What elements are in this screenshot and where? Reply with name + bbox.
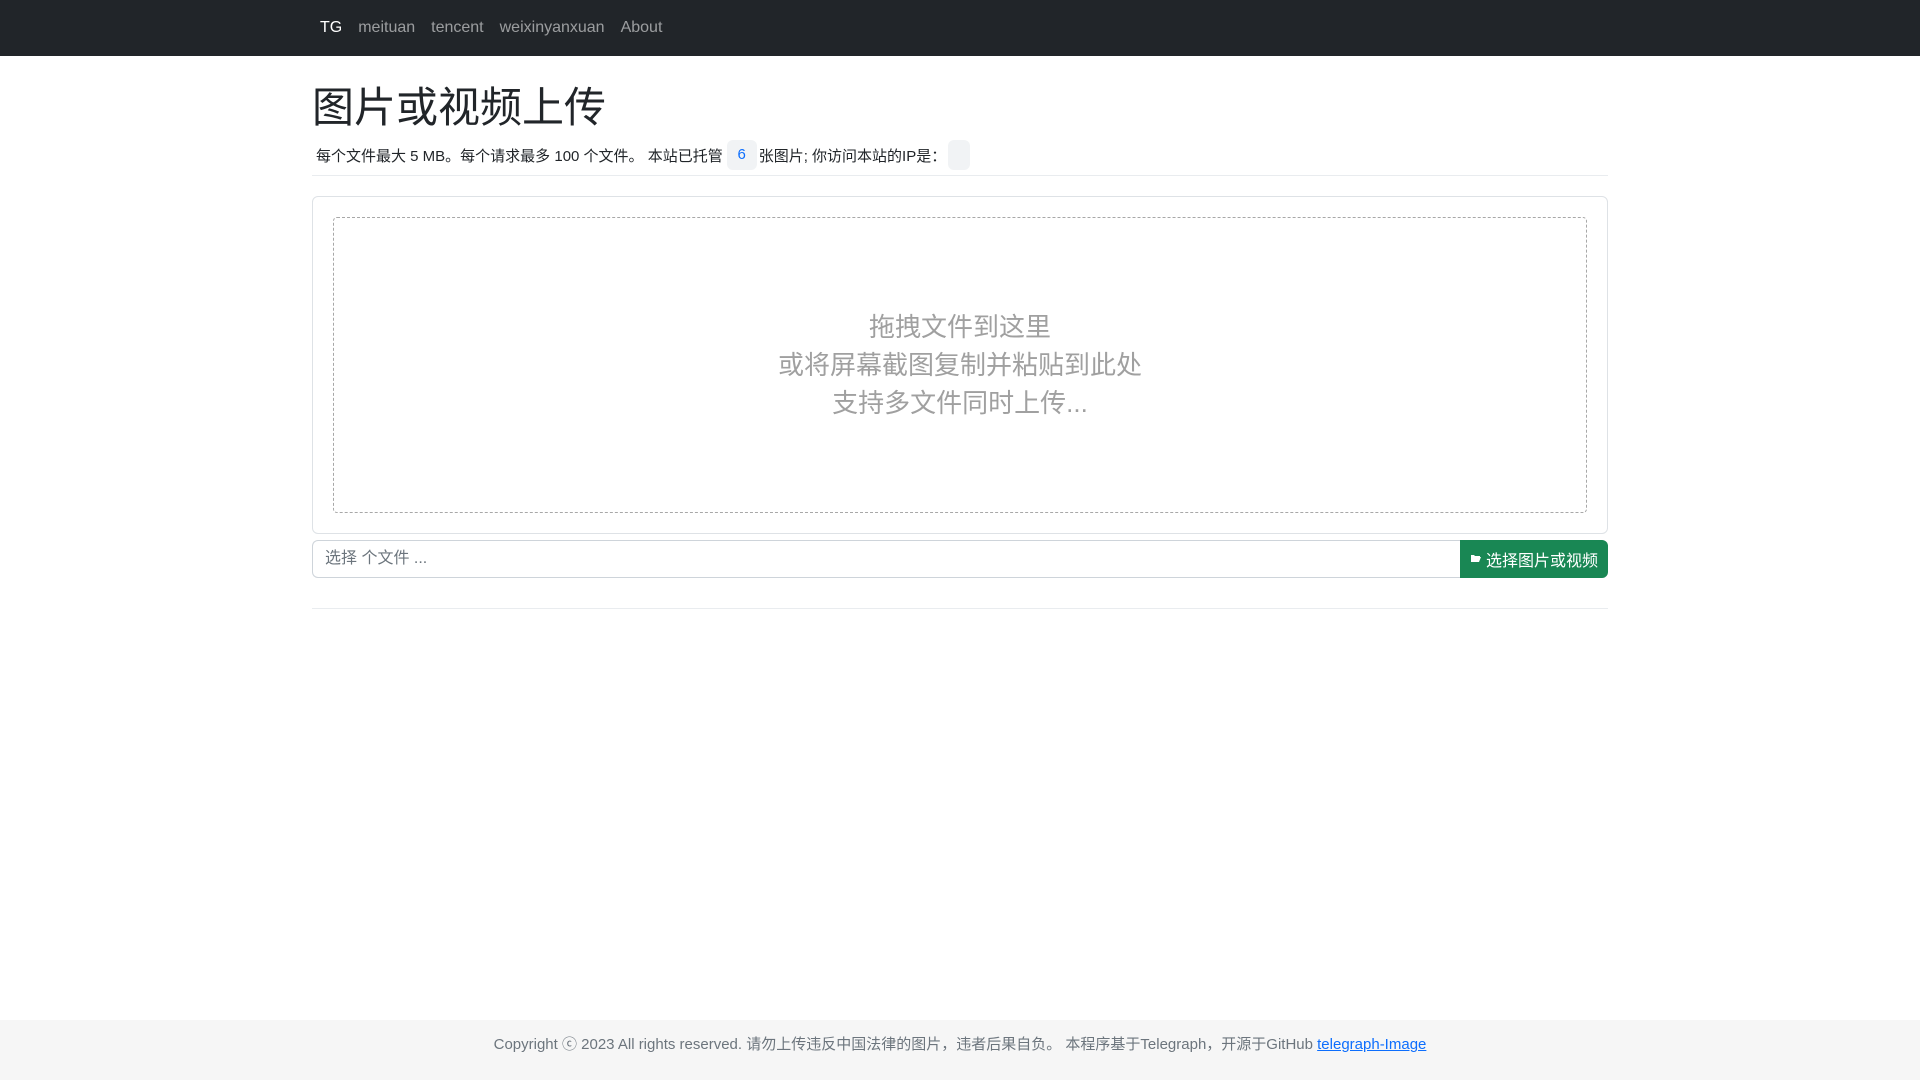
nav-item-meituan[interactable]: meituan	[350, 19, 423, 37]
header-divider	[312, 175, 1608, 176]
info-limits-text: 每个文件最大 5 MB。每个请求最多 100 个文件。 本站已托管	[316, 147, 723, 165]
nav-links: TG meituan tencent weixinyanxuan About	[312, 0, 670, 56]
info-ip-text: 张图片; 你访问本站的IP是：	[758, 147, 947, 165]
hosted-count-badge: 6	[726, 140, 757, 170]
github-repo-link[interactable]: telegraph-Image	[1317, 1036, 1426, 1053]
dropzone[interactable]: 拖拽文件到这里 或将屏幕截图复制并粘贴到此处 支持多文件同时上传...	[333, 217, 1587, 513]
folder-open-icon	[1470, 552, 1482, 567]
footer-text-wrap: Copyright ⓒ 2023 All rights reserved. 请勿…	[0, 1020, 1920, 1070]
nav-item-tencent[interactable]: tencent	[423, 19, 491, 37]
file-picker: 选择图片或视频	[312, 540, 1608, 578]
top-navbar: TG meituan tencent weixinyanxuan About	[0, 0, 1920, 56]
page-title: 图片或视频上传	[312, 84, 607, 131]
file-name-input[interactable]	[312, 540, 1460, 578]
content-divider	[312, 608, 1608, 609]
nav-item-weixinyanxuan[interactable]: weixinyanxuan	[492, 19, 613, 37]
dropzone-line-paste: 或将屏幕截图复制并粘贴到此处	[777, 350, 1142, 380]
upload-info: 每个文件最大 5 MB。每个请求最多 100 个文件。 本站已托管 6 张图片;…	[316, 140, 971, 170]
choose-file-button-label: 选择图片或视频	[1485, 553, 1598, 570]
nav-item-about[interactable]: About	[613, 19, 671, 37]
dropzone-line-drag: 拖拽文件到这里	[868, 312, 1051, 342]
footer: Copyright ⓒ 2023 All rights reserved. 请勿…	[0, 1020, 1920, 1080]
dropzone-line-multi: 支持多文件同时上传...	[832, 388, 1088, 418]
ip-address-badge	[948, 140, 971, 170]
nav-item-tg[interactable]: TG	[312, 19, 350, 37]
upload-card: 拖拽文件到这里 或将屏幕截图复制并粘贴到此处 支持多文件同时上传...	[312, 196, 1608, 534]
copyright-text: Copyright ⓒ 2023 All rights reserved. 请勿…	[493, 1036, 1318, 1053]
choose-file-button[interactable]: 选择图片或视频	[1460, 540, 1608, 578]
